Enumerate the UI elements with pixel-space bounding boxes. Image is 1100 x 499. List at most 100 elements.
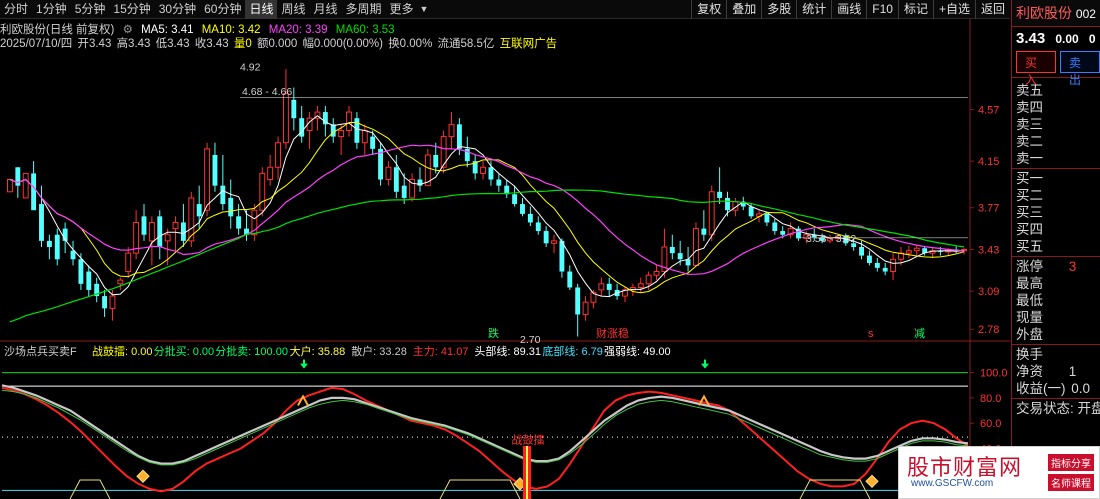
candle-body — [551, 240, 557, 244]
candle-body — [148, 221, 155, 242]
buy-diamond-icon — [136, 469, 150, 483]
stat-high: 最高 — [1016, 276, 1043, 291]
ma20-line — [9, 144, 965, 275]
stat-net-assets-value: 1 — [1068, 364, 1077, 379]
candle-body — [748, 206, 754, 217]
quote-price-row: 3.43 0.00 0 — [1012, 27, 1100, 51]
ask-3: 卖三 — [1016, 117, 1043, 132]
candle-body — [693, 228, 699, 266]
stat-net-assets-label: 净资 — [1016, 364, 1043, 379]
site-watermark: 股市财富网 www.GSCFW.com 指标分享 名师课程 — [898, 446, 1100, 499]
ma60-line — [9, 189, 965, 323]
candle-body — [220, 185, 226, 205]
multi-stock-button[interactable]: 多股 — [761, 0, 796, 19]
period-60min[interactable]: 60分钟 — [200, 0, 245, 19]
price-tick-label: 3.77 — [978, 203, 999, 215]
indicator-legend-item: 战鼓擂: 0.00 — [92, 344, 153, 358]
candle-body — [275, 142, 281, 168]
candle-body — [109, 295, 116, 309]
overlay-button[interactable]: 叠加 — [726, 0, 761, 19]
candle-body — [606, 283, 612, 290]
ma5-line — [9, 115, 965, 298]
stat-outer: 外盘 — [1016, 327, 1043, 342]
bid-4: 买四 — [1016, 222, 1043, 237]
kline-chart[interactable]: 4.57 4.15 3.77 3.43 3.09 2.78 4.92 4.68 - 4.66 2… — [0, 19, 1010, 499]
signal-label-up: 财涨稳 — [596, 326, 629, 340]
candle-body — [338, 129, 345, 138]
adjust-button[interactable]: 复权 — [691, 0, 726, 19]
period-1min[interactable]: 1分钟 — [32, 0, 71, 19]
buy-button[interactable]: 买入 — [1016, 51, 1056, 87]
range-annotation-2: 3.53 - 3.52 — [806, 233, 856, 245]
signal-label-down: 跌 — [488, 326, 499, 340]
candle-body — [282, 93, 289, 144]
candle-body — [677, 253, 683, 260]
stat-turnover: 换手 — [1016, 347, 1043, 362]
period-30min[interactable]: 30分钟 — [155, 0, 200, 19]
statistics-button[interactable]: 统计 — [796, 0, 831, 19]
price-tick-label: 2.78 — [978, 324, 999, 336]
ask-2: 卖二 — [1016, 134, 1043, 149]
watermark-tag-courses: 名师课程 — [1048, 474, 1094, 491]
quote-stock-name: 利欧股份 — [1016, 5, 1072, 21]
candle-body — [717, 191, 723, 198]
period-multi[interactable]: 多周期 — [342, 0, 386, 19]
mark-button[interactable]: 标记 — [897, 0, 933, 19]
candle-body — [859, 247, 864, 256]
candle-body — [102, 296, 108, 309]
indicator-tick-label: 100.0 — [980, 368, 1008, 380]
candle-body — [637, 283, 644, 288]
stat-current-volume: 现量 — [1016, 310, 1043, 325]
divider — [1012, 398, 1100, 399]
indicator-series-line — [1, 389, 969, 466]
add-watchlist-button[interactable]: +自选 — [932, 0, 975, 19]
candle-body — [764, 213, 770, 223]
period-monthly[interactable]: 月线 — [310, 0, 342, 19]
high-annotation: 4.92 — [240, 62, 261, 74]
ma10-line — [9, 122, 965, 294]
candle-body — [39, 204, 44, 241]
candle-body — [267, 166, 274, 181]
stat-net-assets: 净资 1 — [1012, 363, 1100, 380]
candle-body — [575, 287, 581, 315]
chevron-down-icon[interactable]: ▼ — [418, 0, 431, 19]
period-more[interactable]: 更多 — [386, 0, 418, 19]
bottom-zone — [799, 479, 871, 499]
period-5min[interactable]: 5分钟 — [71, 0, 110, 19]
candle-body — [393, 167, 399, 192]
candle-body — [456, 124, 462, 149]
candle-body — [346, 111, 352, 131]
divider — [1012, 168, 1100, 169]
candle-body — [480, 166, 487, 174]
stat-low: 最低 — [1016, 293, 1043, 308]
bid-5: 买五 — [1016, 239, 1043, 254]
period-15min[interactable]: 15分钟 — [109, 0, 154, 19]
f10-button[interactable]: F10 — [866, 0, 898, 19]
period-toolbar: 分时 1分钟 5分钟 15分钟 30分钟 60分钟 日线 周线 月线 多周期 更… — [0, 0, 1010, 19]
divider — [1012, 256, 1100, 257]
period-tick[interactable]: 分时 — [0, 0, 32, 19]
quote-title: 利欧股份 002 — [1012, 0, 1100, 27]
bid-1: 买一 — [1016, 171, 1043, 186]
indicator-legend-item: 强弱线: 49.00 — [604, 344, 671, 358]
period-weekly[interactable]: 周线 — [277, 0, 309, 19]
sell-button[interactable]: 卖出 — [1060, 51, 1100, 87]
indicator-title: 沙场点兵买卖F — [4, 344, 77, 358]
indicator-tick-label: 60.0 — [980, 418, 1001, 430]
sell-marker-icon — [297, 394, 309, 406]
candle-body — [164, 234, 171, 242]
range-annotation: 4.68 - 4.66 — [242, 86, 292, 98]
stat-limit-up-value: 3 — [1068, 259, 1077, 274]
price-tick-label: 4.15 — [978, 156, 999, 168]
buy-diamond-icon — [865, 474, 879, 489]
tool-buttons: 复权 叠加 多股 统计 画线 F10 标记 +自选 返回 — [691, 0, 1010, 19]
period-daily[interactable]: 日线 — [245, 0, 278, 19]
back-button[interactable]: 返回 — [974, 0, 1010, 19]
candle-body — [141, 216, 147, 235]
draw-line-button[interactable]: 画线 — [831, 0, 866, 19]
ask-1: 卖一 — [1016, 151, 1043, 166]
candle-body — [653, 271, 660, 276]
trade-status: 交易状态: 开盘 — [1016, 401, 1100, 416]
candle-body — [125, 252, 132, 273]
candle-body — [6, 179, 13, 193]
